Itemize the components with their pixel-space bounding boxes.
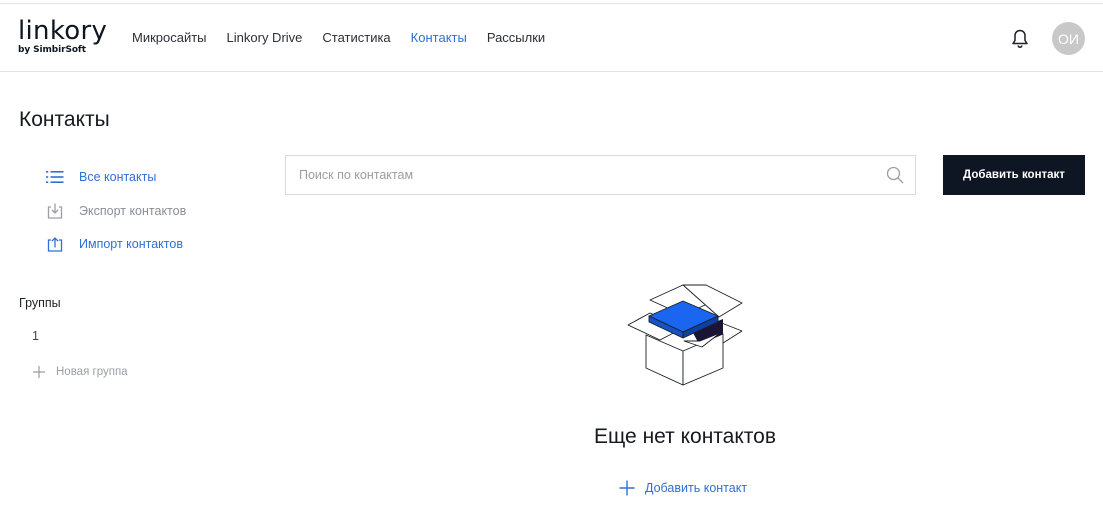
sidebar-item-all-contacts[interactable]: Все контакты [45, 168, 156, 186]
import-icon [45, 235, 65, 253]
bell-icon[interactable] [1010, 28, 1030, 50]
list-icon [45, 168, 65, 186]
main-nav: Микросайты Linkory Drive Статистика Конт… [132, 30, 545, 45]
export-icon [45, 202, 65, 220]
sidebar-item-export[interactable]: Экспорт контактов [45, 202, 186, 220]
new-group-button[interactable]: Новая группа [32, 365, 128, 379]
sidebar-item-import[interactable]: Импорт контактов [45, 235, 183, 253]
plus-icon [33, 366, 45, 378]
plus-icon [619, 480, 635, 496]
nav-item-microsites[interactable]: Микросайты [132, 30, 207, 45]
sidebar-item-label: Экспорт контактов [79, 204, 187, 218]
sidebar-item-label: Импорт контактов [79, 237, 183, 251]
user-avatar[interactable]: ОИ [1052, 22, 1085, 55]
empty-add-contact-label: Добавить контакт [645, 481, 748, 495]
logo-wordmark: linkory [18, 16, 108, 46]
sidebar-item-label: Все контакты [79, 170, 157, 184]
contacts-search [285, 155, 916, 195]
search-input[interactable] [286, 156, 866, 194]
new-group-label: Новая группа [56, 366, 128, 378]
logo-subtitle: by SimbirSoft [18, 45, 86, 55]
nav-item-contacts[interactable]: Контакты [411, 30, 467, 45]
groups-heading: Группы [19, 296, 61, 310]
page-title: Контакты [19, 108, 110, 131]
search-icon[interactable] [886, 166, 904, 184]
group-item[interactable]: 1 [32, 329, 39, 343]
linkory-logo[interactable]: linkory by SimbirSoft [18, 18, 107, 55]
empty-add-contact-link[interactable]: Добавить контакт [618, 479, 747, 497]
open-box-illustration [624, 283, 746, 389]
nav-item-mailings[interactable]: Рассылки [487, 30, 545, 45]
top-header: linkory by SimbirSoft Микросайты Linkory… [0, 4, 1103, 72]
empty-state-title: Еще нет контактов [594, 425, 776, 448]
add-contact-button[interactable]: Добавить контакт [943, 155, 1085, 195]
nav-item-statistics[interactable]: Статистика [322, 30, 390, 45]
nav-item-linkory-drive[interactable]: Linkory Drive [227, 30, 303, 45]
